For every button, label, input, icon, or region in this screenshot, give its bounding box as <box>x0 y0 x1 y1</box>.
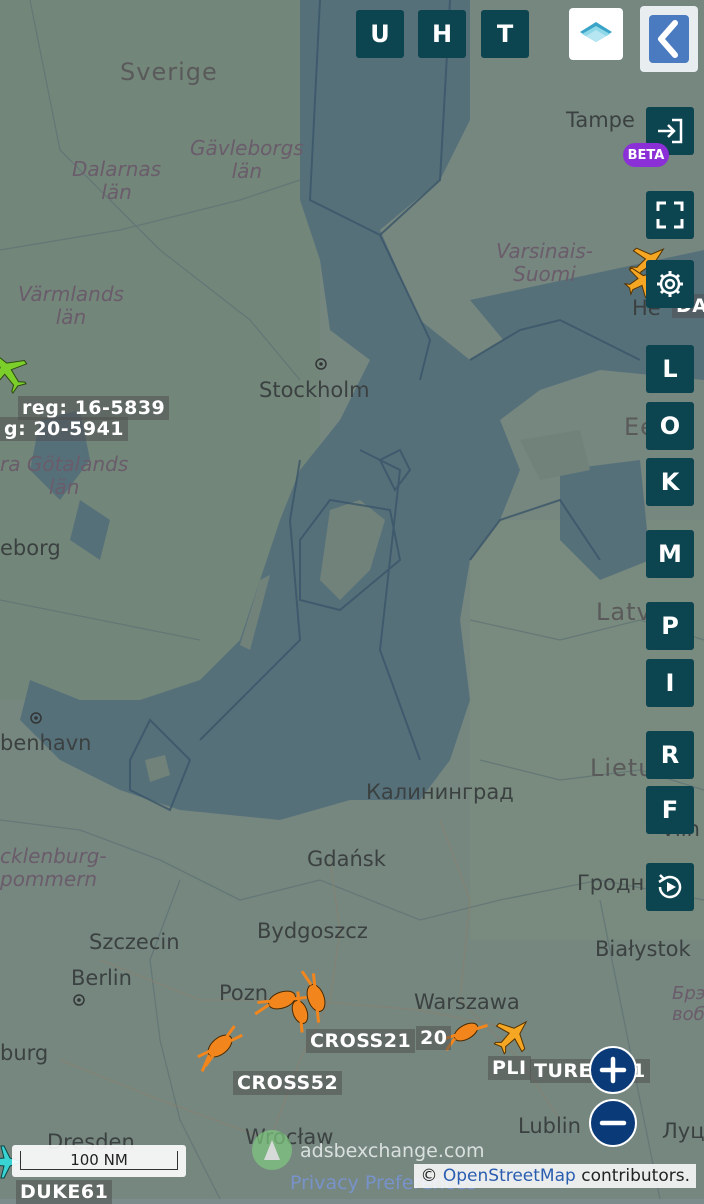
button-i[interactable]: I <box>646 659 694 707</box>
fullscreen-icon <box>656 201 684 229</box>
gear-icon <box>657 271 683 297</box>
button-l[interactable]: L <box>646 345 694 393</box>
scale-label: 100 NM <box>70 1151 128 1169</box>
privacy-text[interactable]: Privacy <box>290 1172 359 1194</box>
watermark: adsbexchange.com <box>300 1140 485 1162</box>
aircraft-layer <box>0 247 665 1179</box>
button-m[interactable]: M <box>646 530 694 578</box>
aircraft-icon[interactable] <box>0 343 36 400</box>
aircraft-label[interactable]: CROSS21 <box>306 1029 416 1053</box>
fullscreen-button[interactable] <box>646 191 694 239</box>
attribution-suffix: contributors. <box>575 1166 690 1186</box>
zoom-out-icon <box>599 1120 627 1126</box>
aircraft-label[interactable]: TURE <box>530 1059 596 1083</box>
attribution: © OpenStreetMap contributors. <box>414 1164 696 1188</box>
aircraft-label[interactable]: g: 20-5941 <box>0 417 129 441</box>
aircraft-label[interactable]: DUKE61 <box>16 1180 113 1204</box>
aircraft-icon[interactable] <box>487 1009 539 1061</box>
zoom-out-button[interactable] <box>589 1099 637 1147</box>
button-f[interactable]: F <box>646 786 694 834</box>
button-r[interactable]: R <box>646 731 694 779</box>
aircraft-label[interactable]: 20 <box>416 1026 452 1050</box>
beta-badge: BETA <box>623 143 669 167</box>
aircraft-label[interactable]: PLI <box>488 1056 531 1080</box>
replay-button[interactable] <box>646 863 694 911</box>
osm-link[interactable]: OpenStreetMap <box>443 1166 576 1186</box>
zoom-in-icon <box>599 1056 627 1084</box>
button-u[interactable]: U <box>356 10 404 58</box>
button-k[interactable]: K <box>646 458 694 506</box>
back-button[interactable] <box>640 6 698 72</box>
replay-icon <box>658 874 682 899</box>
scale-bar: 100 NM <box>12 1145 186 1177</box>
back-chevron-icon <box>649 15 689 63</box>
zoom-in-button[interactable] <box>589 1046 637 1094</box>
button-t[interactable]: T <box>481 10 529 58</box>
button-o[interactable]: O <box>646 402 694 450</box>
aircraft-label[interactable]: CROSS52 <box>233 1071 343 1095</box>
layers-icon <box>580 22 612 42</box>
helicopter-icon[interactable] <box>192 1024 244 1073</box>
layers-button[interactable] <box>569 8 623 60</box>
button-h[interactable]: H <box>418 10 466 58</box>
settings-button[interactable] <box>646 260 694 308</box>
adsbexchange-logo-icon <box>252 1130 292 1170</box>
button-p[interactable]: P <box>646 602 694 650</box>
attribution-prefix: © <box>420 1166 443 1186</box>
